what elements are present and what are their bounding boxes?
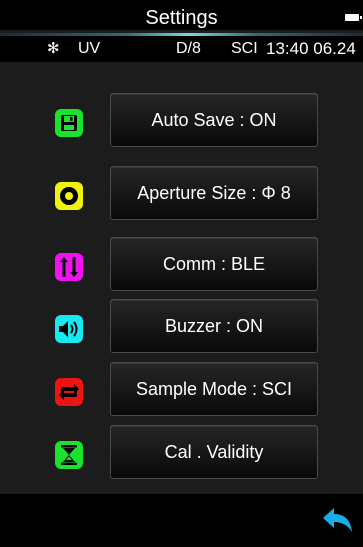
settings-screen: Settings ✻ UV D/8 SCI 13:40 06.24 Auto S… (0, 0, 363, 547)
setting-row-auto-save: Auto Save : ON (0, 93, 363, 153)
geometry-indicator: D/8 (176, 40, 201, 57)
cal-validity-button[interactable]: Cal . Validity (110, 425, 318, 479)
setting-row-aperture-size: Aperture Size : Φ 8 (0, 166, 363, 226)
bluetooth-icon: ✻ (47, 40, 60, 57)
sample-mode-button[interactable]: Sample Mode : SCI (110, 362, 318, 416)
uv-indicator: UV (78, 40, 101, 57)
clock-date: 13:40 06.24 (266, 39, 356, 58)
buzzer-button[interactable]: Buzzer : ON (110, 299, 318, 353)
hourglass-icon (55, 441, 83, 469)
auto-save-button[interactable]: Auto Save : ON (110, 93, 318, 147)
aperture-size-button[interactable]: Aperture Size : Φ 8 (110, 166, 318, 220)
cycle-icon (55, 378, 83, 406)
setting-row-comm: Comm : BLE (0, 237, 363, 297)
speaker-icon (55, 315, 83, 343)
status-bar: ✻ UV D/8 SCI 13:40 06.24 (0, 36, 363, 62)
footer-bar (0, 494, 363, 547)
comm-button[interactable]: Comm : BLE (110, 237, 318, 291)
mode-indicator: SCI (231, 40, 258, 57)
title-bar: Settings (0, 0, 363, 30)
setting-row-cal-validity: Cal . Validity (0, 425, 363, 485)
setting-row-sample-mode: Sample Mode : SCI (0, 362, 363, 422)
page-title: Settings (145, 7, 218, 29)
transfer-icon (55, 253, 83, 281)
back-icon[interactable] (321, 504, 355, 538)
battery-icon (345, 14, 362, 21)
aperture-icon (55, 182, 83, 210)
setting-row-buzzer: Buzzer : ON (0, 299, 363, 359)
save-icon (55, 109, 83, 137)
